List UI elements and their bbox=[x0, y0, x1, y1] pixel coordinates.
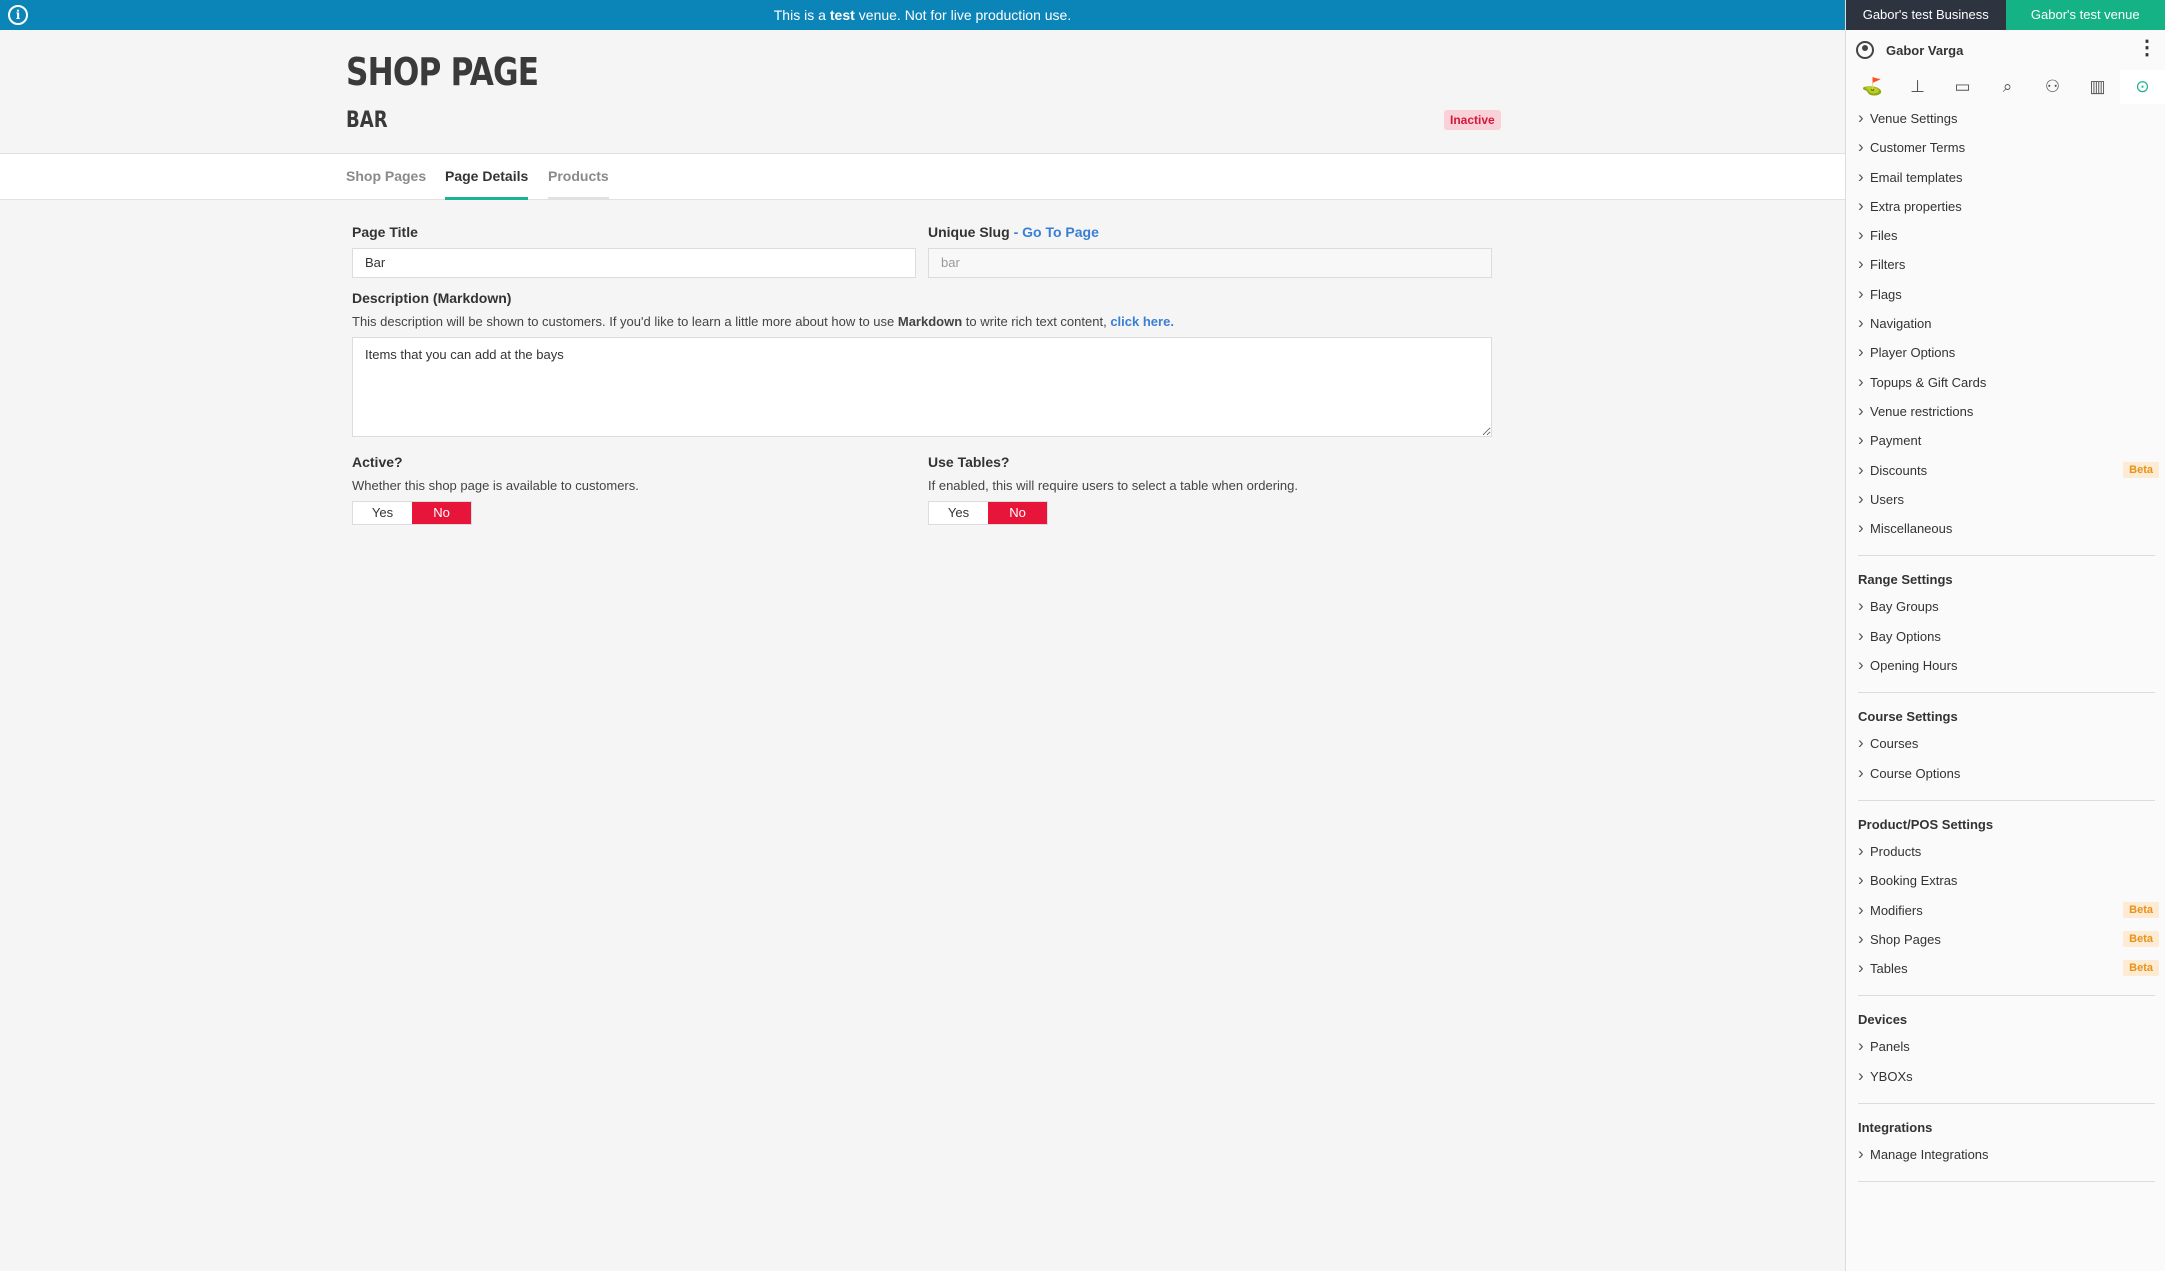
banner-text-post: venue. Not for live production use. bbox=[858, 7, 1072, 23]
business-switcher[interactable]: Gabor's test Business bbox=[1846, 0, 2006, 30]
section-heading-devices: Devices bbox=[1858, 1012, 1908, 1028]
active-no-button[interactable]: No bbox=[412, 502, 471, 524]
info-icon: i bbox=[8, 5, 28, 25]
description-textarea[interactable]: Items that you can add at the bays bbox=[352, 337, 1492, 437]
user-name: Gabor Varga bbox=[1886, 42, 1964, 58]
description-help-mid: to write rich text content, bbox=[965, 314, 1107, 329]
sidebar-item-venue-settings[interactable]: Venue Settings bbox=[1858, 103, 2155, 133]
page-title-label: Page Title bbox=[352, 224, 418, 240]
test-venue-banner: i This is a test venue. Not for live pro… bbox=[0, 0, 1845, 30]
use-tables-yes-button[interactable]: Yes bbox=[929, 502, 988, 524]
active-help: Whether this shop page is available to c… bbox=[352, 478, 639, 493]
sidebar-item-tables[interactable]: TablesBeta bbox=[1858, 953, 2159, 983]
banner-text-pre: This is a bbox=[773, 7, 826, 23]
venue-switcher[interactable]: Gabor's test venue bbox=[2005, 0, 2165, 30]
page-details-form: Page Title Bar Unique Slug - Go To Page … bbox=[352, 224, 1492, 525]
tab-products[interactable]: Products bbox=[548, 154, 609, 200]
divider bbox=[1858, 1181, 2155, 1183]
section-heading-course: Course Settings bbox=[1858, 709, 1958, 725]
monitor-icon[interactable]: ▭ bbox=[1940, 70, 1985, 104]
sidebar-item-player-options[interactable]: Player Options bbox=[1858, 337, 2155, 367]
beta-badge: Beta bbox=[2123, 960, 2159, 977]
use-tables-toggle: Yes No bbox=[928, 501, 1048, 525]
sidebar-item-users[interactable]: Users bbox=[1858, 484, 2155, 514]
sidebar-item-course-options[interactable]: Course Options bbox=[1858, 758, 2155, 788]
sidebar-item-products[interactable]: Products bbox=[1858, 836, 2155, 866]
beta-badge: Beta bbox=[2123, 901, 2159, 918]
slug-label: Unique Slug - Go To Page bbox=[928, 224, 1492, 240]
use-tables-label: Use Tables? bbox=[928, 454, 1010, 470]
beta-badge: Beta bbox=[2123, 930, 2159, 947]
active-yes-button[interactable]: Yes bbox=[353, 502, 412, 524]
divider bbox=[1858, 692, 2155, 694]
description-help-pre: This description will be shown to custom… bbox=[352, 314, 895, 329]
page-subtitle: BAR bbox=[346, 108, 388, 133]
sidebar-item-extra-properties[interactable]: Extra properties bbox=[1858, 191, 2155, 221]
sidebar-icon-nav: ⛳ ⊥ ▭ ⌕ ⚇ ▥ ⊙ bbox=[1846, 70, 2165, 104]
page-title-input[interactable]: Bar bbox=[352, 248, 916, 278]
status-badge: Inactive bbox=[1444, 110, 1501, 130]
search-icon[interactable]: ⌕ bbox=[1985, 70, 2030, 104]
sidebar-item-miscellaneous[interactable]: Miscellaneous bbox=[1858, 513, 2155, 543]
tab-shop-pages[interactable]: Shop Pages bbox=[346, 154, 426, 200]
users-icon[interactable]: ⚇ bbox=[2030, 70, 2075, 104]
active-label: Active? bbox=[352, 454, 403, 470]
go-to-page-link[interactable]: - Go To Page bbox=[1014, 224, 1099, 240]
description-label: Description (Markdown) bbox=[352, 290, 512, 306]
sidebar-item-email-templates[interactable]: Email templates bbox=[1858, 162, 2155, 192]
sidebar-item-opening-hours[interactable]: Opening Hours bbox=[1858, 650, 2155, 680]
description-help-bold: Markdown bbox=[897, 314, 963, 329]
active-toggle: Yes No bbox=[352, 501, 472, 525]
sidebar-item-discounts[interactable]: DiscountsBeta bbox=[1858, 455, 2159, 485]
section-heading-range: Range Settings bbox=[1858, 572, 1953, 588]
use-tables-no-button[interactable]: No bbox=[988, 502, 1047, 524]
golf-shot-icon[interactable]: ⛳ bbox=[1850, 70, 1895, 104]
sidebar-item-courses[interactable]: Courses bbox=[1858, 728, 2155, 758]
divider bbox=[1858, 995, 2155, 997]
page-header: SHOP PAGE BAR Inactive bbox=[0, 30, 1845, 154]
settings-sidebar: Gabor's test Business Gabor's test venue… bbox=[1845, 0, 2165, 1271]
sidebar-menu: Venue Settings Customer Terms Email temp… bbox=[1846, 103, 2165, 1183]
slug-input[interactable]: bar bbox=[928, 248, 1492, 278]
divider bbox=[1858, 799, 2155, 801]
bar-chart-icon[interactable]: ▥ bbox=[2075, 70, 2120, 104]
section-heading-integrations: Integrations bbox=[1858, 1120, 1933, 1136]
user-menu[interactable]: Gabor Varga ⋮ bbox=[1846, 30, 2165, 70]
slug-label-text: Unique Slug bbox=[928, 224, 1010, 240]
sidebar-item-manage-integrations[interactable]: Manage Integrations bbox=[1858, 1139, 2155, 1169]
more-options-icon[interactable]: ⋮ bbox=[2137, 38, 2157, 58]
sidebar-item-bay-groups[interactable]: Bay Groups bbox=[1858, 591, 2155, 621]
sidebar-item-bay-options[interactable]: Bay Options bbox=[1858, 621, 2155, 651]
settings-active-icon[interactable]: ⊙ bbox=[2120, 70, 2165, 104]
sidebar-item-files[interactable]: Files bbox=[1858, 220, 2155, 250]
sidebar-item-payment[interactable]: Payment bbox=[1858, 425, 2155, 455]
tabs-bar: Shop Pages Page Details Products bbox=[0, 154, 1845, 200]
banner-text-bold: test bbox=[829, 7, 855, 23]
markdown-help-link[interactable]: click here. bbox=[1110, 314, 1174, 329]
sidebar-item-shop-pages[interactable]: Shop PagesBeta bbox=[1858, 924, 2159, 954]
section-heading-product: Product/POS Settings bbox=[1858, 816, 1994, 832]
use-tables-help: If enabled, this will require users to s… bbox=[928, 478, 1298, 493]
divider bbox=[1858, 555, 2155, 557]
sidebar-item-customer-terms[interactable]: Customer Terms bbox=[1858, 132, 2155, 162]
sidebar-item-topups-gift-cards[interactable]: Topups & Gift Cards bbox=[1858, 367, 2155, 397]
sidebar-item-modifiers[interactable]: ModifiersBeta bbox=[1858, 895, 2159, 925]
avatar-icon bbox=[1856, 41, 1874, 59]
sidebar-item-venue-restrictions[interactable]: Venue restrictions bbox=[1858, 396, 2155, 426]
tab-page-details[interactable]: Page Details bbox=[445, 154, 529, 200]
sidebar-item-flags[interactable]: Flags bbox=[1858, 279, 2155, 309]
sidebar-item-yboxs[interactable]: YBOXs bbox=[1858, 1061, 2155, 1091]
golf-tee-icon[interactable]: ⊥ bbox=[1895, 70, 1940, 104]
sidebar-item-filters[interactable]: Filters bbox=[1858, 249, 2155, 279]
description-help: This description will be shown to custom… bbox=[352, 314, 1492, 329]
sidebar-item-panels[interactable]: Panels bbox=[1858, 1031, 2155, 1061]
divider bbox=[1858, 1103, 2155, 1105]
sidebar-item-booking-extras[interactable]: Booking Extras bbox=[1858, 865, 2155, 895]
sidebar-item-navigation[interactable]: Navigation bbox=[1858, 308, 2155, 338]
beta-badge: Beta bbox=[2123, 461, 2159, 478]
page-title: SHOP PAGE bbox=[346, 50, 539, 94]
